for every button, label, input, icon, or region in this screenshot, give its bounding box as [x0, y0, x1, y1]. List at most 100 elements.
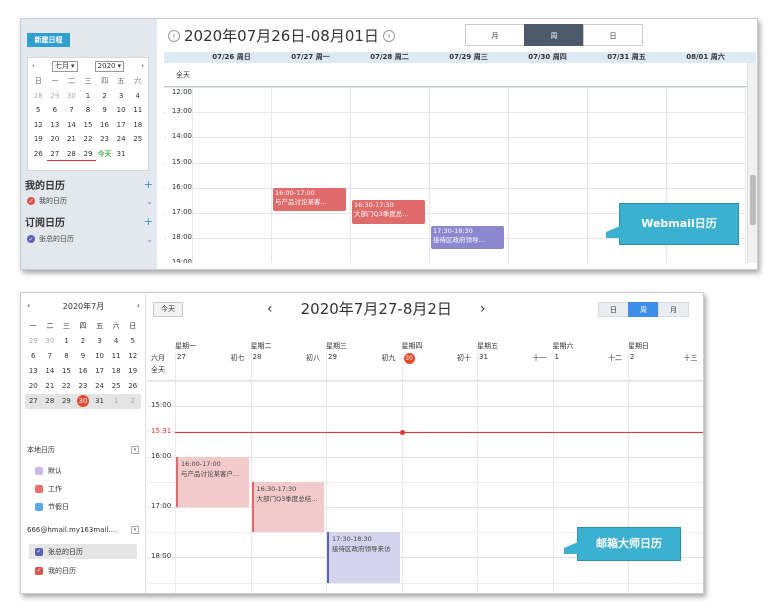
add-calendar-icon[interactable]: + — [144, 178, 153, 191]
calendar-day[interactable]: 3 — [91, 334, 108, 349]
calendar-day[interactable]: 22 — [58, 379, 75, 394]
calendar-day[interactable]: 15 — [80, 118, 97, 133]
date-number[interactable]: 2 — [630, 353, 634, 361]
calendar-day[interactable]: 8 — [80, 103, 97, 118]
calendar-day[interactable]: 今天 — [96, 147, 113, 162]
calendar-day[interactable]: 31 — [113, 147, 130, 162]
calendar-day[interactable]: 29 — [79, 147, 97, 161]
prev-week-icon[interactable]: ‹ — [168, 29, 180, 42]
calendar-day[interactable]: 29 — [58, 394, 75, 409]
calendar-day[interactable]: 8 — [58, 349, 75, 364]
calendar-day[interactable]: 17 — [91, 364, 108, 379]
calendar-day[interactable]: 7 — [42, 349, 59, 364]
calendar-day[interactable]: 4 — [129, 89, 146, 104]
calendar-day[interactable]: 20 — [47, 132, 64, 147]
mini-cal-next-icon[interactable]: › — [137, 301, 140, 312]
calendar-day[interactable]: 27 — [25, 394, 42, 409]
calendar-day[interactable]: 3 — [113, 89, 130, 104]
calendar-event[interactable]: 16:30-17:30 大部门Q3季度总… — [352, 200, 425, 224]
calendar-day[interactable]: 14 — [63, 118, 80, 133]
hour-row[interactable]: 15:00 — [164, 157, 746, 188]
calendar-day[interactable]: 15 — [58, 364, 75, 379]
calendar-day[interactable]: 23 — [96, 132, 113, 147]
local-calendar-item[interactable]: 工作 — [29, 481, 137, 496]
scrollbar[interactable] — [747, 63, 757, 263]
calendar-day[interactable]: 11 — [129, 103, 146, 118]
checkbox-icon[interactable]: ✓ — [35, 566, 43, 575]
dropdown-icon[interactable]: ▾ — [131, 446, 139, 454]
calendar-day[interactable]: 1 — [58, 334, 75, 349]
mini-cal-prev-icon[interactable]: ‹ — [27, 301, 30, 312]
calendar-day[interactable]: 1 — [107, 394, 125, 409]
calendar-day[interactable]: 29 — [25, 334, 42, 349]
calendar-day[interactable]: 28 — [63, 147, 80, 161]
calendar-day[interactable]: 7 — [63, 103, 80, 118]
calendar-day[interactable]: 2 — [96, 89, 113, 104]
view-tab[interactable]: 月 — [658, 302, 689, 317]
calendar-day[interactable]: 27 — [46, 147, 64, 161]
calendar-day[interactable]: 6 — [47, 103, 64, 118]
calendar-event[interactable]: 16:00-17:00 与产品讨论某客户... — [176, 456, 249, 507]
calendar-day[interactable]: 2 — [124, 394, 141, 409]
next-week-icon[interactable]: › — [480, 301, 486, 317]
checkbox-icon[interactable]: ✓ — [35, 547, 43, 556]
year-select[interactable]: 2020 ▾ — [94, 60, 125, 72]
date-number[interactable]: 1 — [555, 353, 559, 361]
calendar-day[interactable]: 9 — [96, 103, 113, 118]
half-hour-row[interactable] — [147, 381, 703, 406]
calendar-day[interactable]: 18 — [129, 118, 146, 133]
calendar-day[interactable]: 16 — [75, 364, 92, 379]
account-calendar-item[interactable]: ✓ 我的日历 — [29, 563, 137, 578]
calendar-day[interactable]: 31 — [91, 394, 108, 409]
date-number[interactable]: 28 — [253, 353, 262, 361]
dropdown-icon[interactable]: ▾ — [131, 526, 139, 534]
calendar-item-my[interactable]: ✓ 我的日历 ⌄ — [27, 196, 153, 206]
account-calendar-item[interactable]: ✓ 张总的日历 — [29, 544, 137, 559]
calendar-day[interactable]: 11 — [108, 349, 125, 364]
calendar-day[interactable]: 24 — [91, 379, 108, 394]
calendar-day[interactable]: 19 — [30, 132, 47, 147]
month-select[interactable]: 七月 ▾ — [51, 60, 78, 72]
half-hour-row[interactable] — [147, 431, 703, 456]
view-tab[interactable]: 周 — [524, 24, 584, 46]
calendar-day[interactable]: 14 — [42, 364, 59, 379]
calendar-day[interactable]: 21 — [63, 132, 80, 147]
new-event-button[interactable]: 新建日程 — [27, 33, 70, 47]
calendar-day[interactable]: 21 — [42, 379, 59, 394]
calendar-day[interactable]: 18 — [108, 364, 125, 379]
half-hour-row[interactable]: 18:00 — [147, 552, 703, 582]
calendar-day[interactable]: 17 — [113, 118, 130, 133]
calendar-day[interactable]: 13 — [47, 118, 64, 133]
calendar-day[interactable]: 20 — [25, 379, 42, 394]
mini-cal-prev-icon[interactable]: ‹ — [32, 62, 35, 70]
calendar-event[interactable]: 16:00-17:00 与产品讨论某客… — [273, 187, 346, 211]
allday-row[interactable]: 全天 — [164, 63, 756, 87]
calendar-day[interactable]: 10 — [91, 349, 108, 364]
next-week-icon[interactable]: › — [382, 29, 395, 42]
local-calendar-item[interactable]: 默认 — [29, 463, 137, 478]
calendar-day[interactable]: 28 — [41, 394, 59, 409]
calendar-day[interactable]: 24 — [113, 132, 130, 147]
calendar-day[interactable]: 28 — [30, 89, 47, 104]
calendar-day[interactable]: 23 — [75, 379, 92, 394]
calendar-day[interactable]: 10 — [113, 103, 130, 118]
calendar-day[interactable]: 4 — [108, 334, 125, 349]
calendar-day[interactable]: 2 — [75, 334, 92, 349]
calendar-event[interactable]: 17:30-18:30 接待区政府领导来访 — [327, 532, 400, 583]
calendar-day[interactable]: 25 — [129, 132, 146, 147]
hour-row[interactable]: 14:00 — [164, 132, 746, 162]
calendar-day[interactable]: 13 — [25, 364, 42, 379]
date-number[interactable]: 31 — [479, 353, 488, 361]
calendar-event[interactable]: 17:30-18:30 接待区政府领导… — [431, 225, 504, 249]
calendar-day[interactable]: 29 — [47, 89, 64, 104]
chevron-down-icon[interactable]: ⌄ — [146, 197, 153, 206]
chevron-down-icon[interactable]: ⌄ — [146, 235, 153, 244]
calendar-day[interactable]: 30 — [74, 394, 92, 409]
calendar-day[interactable]: 6 — [25, 349, 42, 364]
half-hour-row[interactable]: 15:00 — [147, 401, 703, 431]
calendar-event[interactable]: 16:30-17:30 大部门Q3季度总结... — [251, 481, 324, 533]
today-button[interactable]: 今天 — [153, 302, 183, 317]
calendar-item-zhang[interactable]: ✓ 张总的日历 ⌄ — [27, 234, 153, 244]
calendar-day[interactable]: 30 — [63, 89, 80, 104]
calendar-day[interactable]: 9 — [75, 349, 92, 364]
